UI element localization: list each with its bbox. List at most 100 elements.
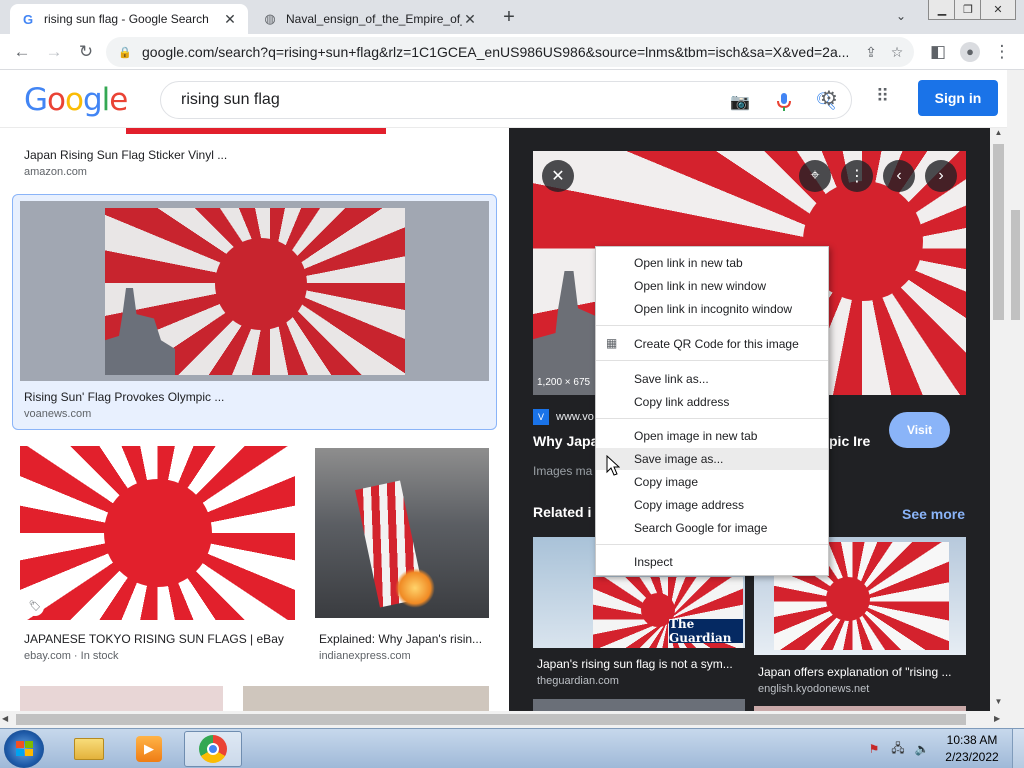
tab-search-icon[interactable]: ⌄	[896, 9, 906, 23]
logo-letter: G	[24, 82, 48, 118]
lens-icon[interactable]: ⌖	[799, 160, 831, 192]
see-more-link[interactable]: See more	[902, 506, 965, 522]
result-thumbnail[interactable]	[243, 686, 489, 711]
search-input[interactable]: rising sun flag 📷 🔍︎	[160, 81, 852, 119]
apps-grid-icon[interactable]: ⠿	[876, 87, 896, 107]
result-source[interactable]: amazon.com	[24, 166, 87, 178]
next-image-button[interactable]: ›	[925, 160, 957, 192]
lock-icon[interactable]: 🔒	[118, 46, 132, 59]
result-thumbnail[interactable]: 🏷	[20, 446, 295, 620]
result-source[interactable]: voanews.com	[24, 408, 91, 420]
previous-image-button[interactable]: ‹	[883, 160, 915, 192]
back-button[interactable]: ←	[8, 38, 36, 66]
related-source[interactable]: english.kyodonews.net	[758, 683, 869, 695]
url-text[interactable]: google.com/search?q=rising+sun+flag&rlz=…	[142, 44, 848, 60]
restore-button[interactable]: ❐	[954, 0, 982, 20]
result-source[interactable]: ebay.com · In stock	[24, 650, 119, 662]
tab-strip: G rising sun flag - Google Search ✕ ◍ Na…	[0, 0, 1024, 34]
address-bar[interactable]: 🔒 google.com/search?q=rising+sun+flag&rl…	[106, 37, 914, 67]
result-source[interactable]: indianexpress.com	[319, 650, 411, 662]
reload-button[interactable]: ↻	[72, 38, 100, 66]
close-tab-icon[interactable]: ✕	[462, 11, 478, 28]
preview-title-start[interactable]: Why Japa	[533, 433, 598, 449]
menu-kebab-icon[interactable]: ⋮	[988, 38, 1016, 66]
horizontal-scrollbar[interactable]: ◀ ▶	[0, 711, 1010, 728]
visit-button[interactable]: Visit	[889, 412, 950, 448]
volume-icon[interactable]: 🔈	[914, 741, 930, 757]
menu-create-qr-code[interactable]: ▦ Create QR Code for this image	[596, 333, 828, 355]
clock-time[interactable]: 10:38 AM	[940, 733, 1004, 747]
tab-naval-ensign[interactable]: ◍ Naval_ensign_of_the_Empire_of_ ✕	[252, 4, 488, 34]
share-icon[interactable]: ⇪	[862, 43, 880, 61]
result-title[interactable]: Explained: Why Japan's risin...	[319, 632, 482, 646]
related-thumbnail[interactable]	[533, 699, 745, 711]
menu-save-image-as[interactable]: Save image as...	[596, 448, 828, 470]
more-options-icon[interactable]: ⋮	[841, 160, 873, 192]
menu-separator	[596, 544, 828, 545]
menu-inspect[interactable]: Inspect	[596, 551, 828, 573]
menu-search-google-for-image[interactable]: Search Google for image	[596, 517, 828, 539]
gear-icon[interactable]: ⚙	[820, 86, 844, 110]
scroll-up-icon[interactable]: ▲	[990, 128, 1007, 142]
menu-open-image-new-tab[interactable]: Open image in new tab	[596, 425, 828, 447]
menu-open-link-new-tab[interactable]: Open link in new tab	[596, 252, 828, 274]
related-source[interactable]: theguardian.com	[537, 675, 619, 687]
new-tab-button[interactable]: +	[498, 6, 520, 28]
camera-icon[interactable]: 📷	[729, 91, 751, 113]
action-center-flag-icon[interactable]: ⚑	[866, 741, 882, 757]
scroll-down-icon[interactable]: ▼	[990, 697, 1007, 711]
preview-title-end[interactable]: pic Ire	[829, 433, 870, 449]
rising-sun-flag-image	[105, 208, 405, 375]
related-title[interactable]: Japan offers explanation of "rising ...	[758, 665, 952, 679]
clock-date[interactable]: 2/23/2022	[940, 750, 1004, 764]
sign-in-button[interactable]: Sign in	[918, 80, 998, 116]
result-title[interactable]: Japan Rising Sun Flag Sticker Vinyl ...	[24, 148, 227, 162]
page-scrollbar[interactable]	[1007, 70, 1024, 728]
result-thumbnail[interactable]	[20, 686, 223, 711]
forward-button[interactable]: →	[40, 38, 68, 66]
file-explorer-taskbar-icon[interactable]	[60, 731, 118, 767]
menu-open-link-incognito[interactable]: Open link in incognito window	[596, 298, 828, 320]
start-button[interactable]	[4, 730, 44, 768]
network-icon[interactable]: 🖧	[890, 741, 906, 757]
result-title[interactable]: JAPANESE TOKYO RISING SUN FLAGS | eBay	[24, 632, 284, 646]
page-scroll-thumb[interactable]	[1011, 210, 1020, 320]
chrome-taskbar-icon[interactable]	[184, 731, 242, 767]
search-query[interactable]: rising sun flag	[181, 91, 280, 109]
scroll-left-icon[interactable]: ◀	[2, 714, 8, 723]
browser-toolbar: ← → ↻ 🔒 google.com/search?q=rising+sun+f…	[0, 34, 1024, 70]
side-panel-icon[interactable]: ◧	[924, 38, 952, 66]
scroll-right-icon[interactable]: ▶	[994, 714, 1000, 723]
image-dimensions: 1,200 × 675	[537, 377, 591, 388]
menu-open-link-new-window[interactable]: Open link in new window	[596, 275, 828, 297]
media-player-taskbar-icon[interactable]: ▶	[120, 731, 178, 767]
close-preview-button[interactable]: ✕	[542, 160, 574, 192]
profile-avatar-icon[interactable]: ●	[956, 38, 984, 66]
tab-title: Naval_ensign_of_the_Empire_of_	[286, 12, 462, 26]
result-title[interactable]: Rising Sun' Flag Provokes Olympic ...	[24, 390, 224, 404]
menu-copy-image[interactable]: Copy image	[596, 471, 828, 493]
logo-letter: o	[47, 82, 66, 118]
vertical-scroll-thumb[interactable]	[993, 144, 1004, 320]
google-logo[interactable]: Google	[24, 82, 128, 118]
result-thumbnail[interactable]	[315, 448, 489, 618]
result-thumbnail[interactable]	[126, 128, 386, 134]
bookmark-star-icon[interactable]: ☆	[888, 43, 906, 61]
tab-google-search[interactable]: G rising sun flag - Google Search ✕	[10, 4, 248, 34]
result-thumbnail[interactable]	[20, 201, 489, 381]
preview-source-site[interactable]: www.vo	[556, 411, 594, 423]
menu-copy-link-address[interactable]: Copy link address	[596, 391, 828, 413]
menu-copy-image-address[interactable]: Copy image address	[596, 494, 828, 516]
minimize-button[interactable]: ▁	[928, 0, 956, 20]
show-desktop-button[interactable]	[1012, 729, 1024, 768]
close-tab-icon[interactable]: ✕	[222, 11, 238, 28]
vertical-scrollbar[interactable]: ▲ ▼	[990, 128, 1007, 711]
microphone-icon[interactable]	[773, 91, 795, 113]
windows-taskbar: ▶ ⚑ 🖧 🔈 10:38 AM 2/23/2022	[0, 728, 1024, 768]
close-window-button[interactable]: ✕	[980, 0, 1016, 20]
logo-letter: o	[65, 82, 84, 118]
horizontal-scroll-thumb[interactable]	[16, 714, 966, 725]
related-title[interactable]: Japan's rising sun flag is not a sym...	[537, 657, 733, 671]
related-heading: Related i	[533, 504, 592, 520]
menu-save-link-as[interactable]: Save link as...	[596, 368, 828, 390]
